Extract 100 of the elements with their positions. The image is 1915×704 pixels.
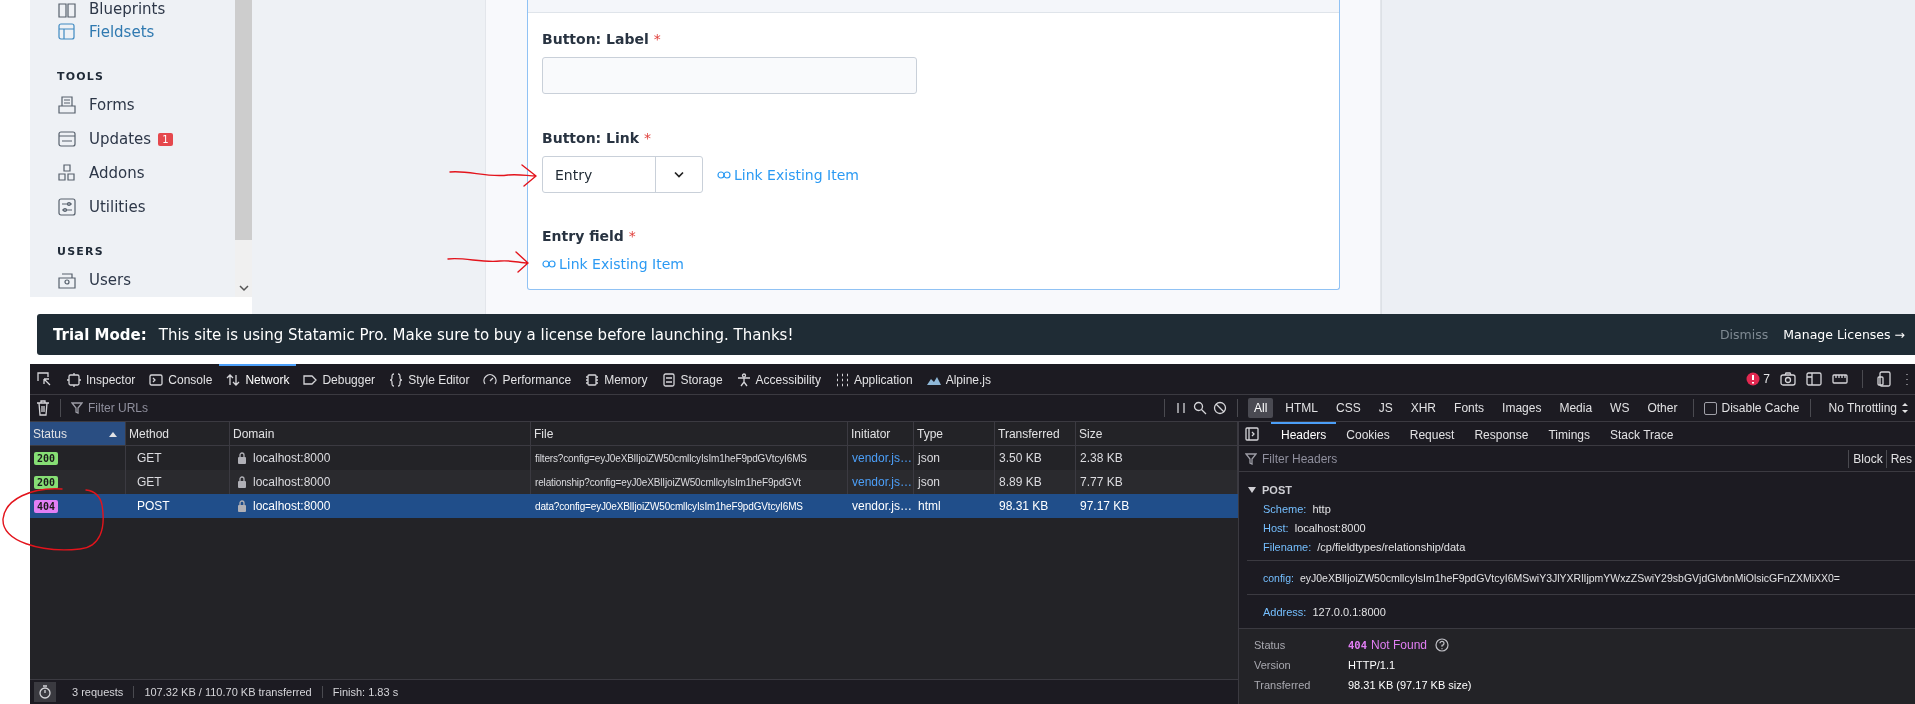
dismiss-link[interactable]: Dismiss (1720, 327, 1769, 342)
devtools-tab[interactable]: Inspector (60, 364, 143, 394)
field-label: Button: Link (542, 130, 640, 146)
filter-urls-field[interactable]: Filter URLs (88, 401, 388, 415)
lock-icon (237, 476, 247, 488)
sidebar-item[interactable]: Users (57, 263, 235, 297)
details-tab[interactable]: Timings (1538, 422, 1601, 445)
ruler-icon[interactable] (1832, 372, 1848, 386)
cubes-icon (57, 163, 77, 183)
text-field[interactable] (542, 57, 917, 94)
triangle-down-icon (1247, 484, 1257, 495)
sidebar-toggle-icon[interactable] (1245, 426, 1259, 441)
sliders-icon (57, 197, 77, 217)
tag-icon (303, 373, 318, 387)
sidebar-item[interactable]: Addons (57, 156, 235, 190)
column-header[interactable]: Transferred (995, 422, 1076, 445)
column-header[interactable]: Method (126, 422, 230, 445)
devtools-tab[interactable]: Storage (654, 364, 730, 394)
type-filter-button[interactable]: CSS (1330, 398, 1367, 418)
filter-headers-field[interactable]: Filter Headers (1262, 451, 1562, 466)
element-picker-icon[interactable] (36, 371, 52, 387)
devtools-tab[interactable]: Application (827, 364, 920, 394)
required-mark: * (653, 31, 661, 47)
table-cell-text: 97.17 KB (1079, 498, 1131, 515)
type-filter-button[interactable]: Images (1496, 398, 1548, 418)
type-filter-button[interactable]: Other (1641, 398, 1684, 418)
sidebar-item[interactable]: Utilities (57, 190, 235, 224)
required-mark: * (628, 228, 636, 244)
request-row[interactable]: 404 POST localhost:8000 data?config=eyJ0eXBlIjoiZW50cmllcyIsIm1heF9pdGVtcyI6MS vendor.js… html 98.31 KB 97.17 KB (30, 494, 1238, 518)
more-icon[interactable] (1903, 371, 1911, 387)
drawer-icon (661, 373, 676, 387)
header-value: /cp/fieldtypes/relationship/data (1317, 540, 1466, 553)
filter-icon (71, 402, 83, 414)
chip-icon (585, 373, 600, 387)
table-cell-text: html (917, 498, 942, 515)
toolbar-button[interactable]: Res (1885, 449, 1915, 468)
frame-icon[interactable] (1806, 372, 1822, 386)
toolbar-button[interactable]: Block (1848, 449, 1886, 468)
sidebar-item[interactable]: Fieldsets (57, 18, 235, 46)
sidebar-item[interactable]: Updates 1 (57, 122, 235, 156)
stopwatch-button[interactable] (34, 682, 56, 702)
required-mark: * (644, 130, 652, 146)
select-field[interactable]: Entry (542, 156, 703, 193)
chevron-down-icon (674, 171, 684, 178)
throttling-dropdown[interactable]: No Throttling (1820, 401, 1915, 415)
person-icon (736, 373, 751, 387)
type-filter-button[interactable]: Fonts (1448, 398, 1491, 418)
column-header[interactable]: Initiator (848, 422, 914, 445)
devtools-tab[interactable]: Console (142, 364, 220, 394)
section-toggle[interactable]: POST (1247, 480, 1915, 499)
type-filter-button[interactable]: XHR (1404, 398, 1443, 418)
type-filter-button[interactable]: All (1248, 398, 1274, 418)
devtools-tab[interactable]: Accessibility (729, 364, 828, 394)
camera-icon[interactable] (1780, 372, 1796, 386)
devtools-tab[interactable]: Performance (476, 364, 579, 394)
initiator-link[interactable]: vendor.js… (848, 494, 914, 518)
sidebar-item[interactable]: Blueprints (57, 0, 235, 18)
details-tab[interactable]: Stack Trace (1600, 422, 1684, 445)
item-label: Forms (89, 96, 135, 114)
details-tab[interactable]: Headers (1271, 422, 1337, 445)
type-filter-button[interactable]: JS (1372, 398, 1399, 418)
disable-cache-checkbox[interactable]: Disable Cache (1704, 401, 1800, 415)
devtools-tab[interactable]: Alpine.js (919, 364, 998, 394)
sidebar-item[interactable]: Forms (57, 88, 235, 122)
item-label: Utilities (89, 198, 146, 216)
devtools-tab[interactable]: Memory (578, 364, 655, 394)
type-filter-button[interactable]: HTML (1279, 398, 1324, 418)
summary-label: Transferred (1254, 679, 1312, 691)
book-icon (57, 0, 77, 20)
header-value: 127.0.0.1:8000 (1312, 605, 1386, 618)
help-icon[interactable] (1435, 638, 1449, 652)
trash-icon[interactable] (36, 400, 50, 416)
scrollbar-thumb[interactable] (235, 0, 252, 240)
request-row[interactable]: 200 GET localhost:8000 relationship?config=eyJ0eXBlIjoiZW50cmllcyIsIm1heF9pdGVt vendor.js… json 8.89 KB 7.77 KB (30, 470, 1238, 494)
checkbox[interactable] (1704, 401, 1718, 415)
error-count[interactable]: 7 (1746, 372, 1770, 386)
status-badge: 200 (34, 475, 59, 489)
banner-title: Trial Mode: (53, 325, 147, 344)
type-filter-button[interactable]: Media (1553, 398, 1599, 418)
link-icon (717, 169, 731, 180)
block-icon[interactable] (1213, 401, 1227, 415)
table-cell-text: POST (136, 498, 171, 515)
devtools-tab[interactable]: Debugger (296, 364, 383, 394)
window-icon (57, 129, 77, 149)
devtools-tab[interactable]: Style Editor (382, 364, 477, 394)
scrollbar[interactable] (235, 0, 252, 297)
pause-icon[interactable] (1175, 401, 1187, 415)
details-tab[interactable]: Response (1464, 422, 1539, 445)
stopwatch-icon (39, 685, 51, 699)
type-filter-button[interactable]: WS (1604, 398, 1636, 418)
manage-licenses-link[interactable]: Manage Licenses → (1783, 327, 1905, 342)
search-icon[interactable] (1193, 401, 1207, 415)
column-header[interactable]: Status (30, 422, 126, 445)
responsive-icon[interactable] (1877, 371, 1893, 387)
details-tab[interactable]: Request (1399, 422, 1465, 445)
count-badge: 1 (158, 132, 173, 146)
column-header[interactable]: File (531, 422, 848, 445)
column-header[interactable]: Domain (230, 422, 531, 445)
details-tab[interactable]: Cookies (1336, 422, 1400, 445)
column-header[interactable]: Type (914, 422, 995, 445)
